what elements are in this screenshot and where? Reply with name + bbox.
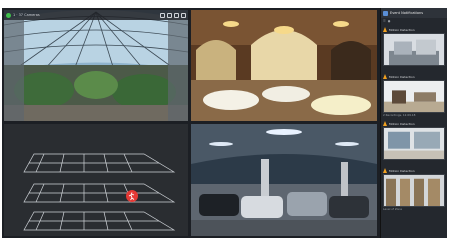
thumbnail-image [384,34,444,65]
notification-thumbnail[interactable] [383,80,445,113]
notification-caption: Level of Zone [383,207,402,211]
camera-toolbar: 1 · 37 Cameras [4,10,188,20]
parking-image [191,124,377,236]
warning-icon [383,27,387,32]
notification-title: Motion Detection [389,121,415,126]
settings-icon[interactable] [167,12,172,18]
notification-title: Motion Detection [389,74,415,79]
notification-item[interactable]: Motion Detection 2 Recordings, 12.09.18 [383,73,445,118]
notification-title: Motion Detection [389,168,415,173]
restaurant-image [191,10,377,121]
fullscreen-icon[interactable] [181,12,186,18]
event-notifications-panel: Event Notifications ☰ ● Motion Detection [380,8,447,238]
notification-thumbnail[interactable] [383,127,445,160]
thumbnail-image [384,81,444,112]
notification-thumbnail[interactable] [383,33,445,66]
thumbnail-image [384,175,444,206]
warning-icon [383,74,387,79]
floor-plan-map [23,153,176,231]
notification-item[interactable]: Motion Detection [383,120,445,165]
snapshot-icon[interactable] [160,12,165,18]
panel-title: Event Notifications [390,11,424,15]
vms-window: 1 · 37 Cameras Event Notifications ☰ ● M… [2,8,447,238]
panel-toolbar: ☰ ● [381,18,447,24]
camera-tile-restaurant[interactable] [191,10,377,121]
pin-icon[interactable]: ● [388,19,391,23]
filter-icon[interactable]: ☰ [383,19,386,23]
warning-icon [383,168,387,173]
warning-icon [383,121,387,126]
notification-item[interactable]: Motion Detection Level of Zone [383,167,445,212]
notification-thumbnail[interactable] [383,174,445,207]
atrium-image [4,10,188,121]
thumbnail-image [384,128,444,159]
notifications-icon [383,10,388,16]
notification-item[interactable]: Motion Detection [383,26,445,71]
camera-grid: 1 · 37 Cameras [4,10,377,236]
live-status-icon [6,12,11,18]
notification-caption [383,160,445,165]
notification-title: Motion Detection [389,27,415,32]
camera-tile-atrium[interactable]: 1 · 37 Cameras [4,10,188,121]
panel-header: Event Notifications [381,8,447,18]
notification-caption: 2 Recordings, 12.09.18 [383,113,416,117]
camera-toolbar-label: 1 · 37 Cameras [13,13,40,17]
layout-icon[interactable] [174,12,179,18]
motion-alert-icon[interactable] [126,190,138,202]
camera-tile-parking[interactable] [191,124,377,236]
notification-caption [383,66,445,71]
floor-map-tile[interactable] [4,124,188,236]
